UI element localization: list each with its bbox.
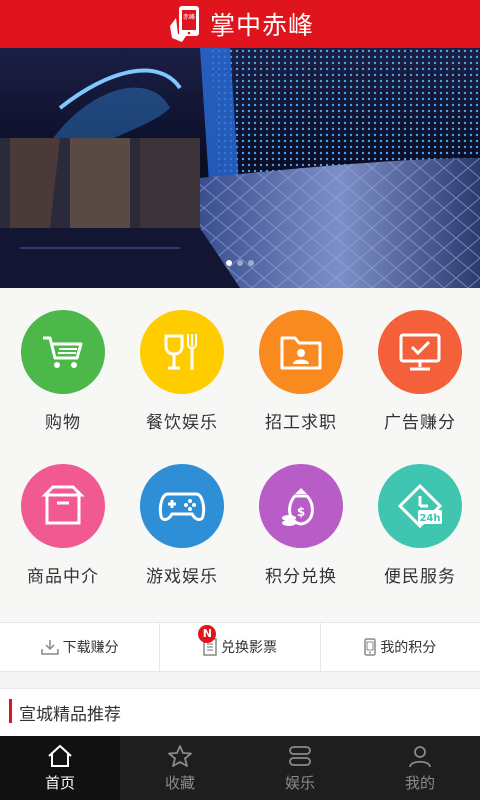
category-convenience[interactable]: 24h 便民服务 [360,464,480,587]
monitor-check-icon [378,310,462,394]
tab-label: 我的 [404,773,435,792]
box-icon [21,464,105,548]
action-label: 下载赚分 [62,640,119,656]
tab-label: 娱乐 [284,773,315,792]
svg-text:赤峰: 赤峰 [183,13,195,21]
app-title: 掌中赤峰 [209,11,314,40]
my-points-button[interactable]: 我的积分 [319,623,480,671]
shopping-cart-icon [21,310,105,394]
app-header: 赤峰 掌中赤峰 [0,0,480,48]
section-title: 宣城精品推荐 [19,705,121,725]
category-points-exchange[interactable]: $ 积分兑换 [241,464,361,587]
tab-label: 收藏 [164,773,195,792]
category-label: 商品中介 [27,567,99,587]
category-shopping[interactable]: 购物 [3,310,123,433]
tab-home[interactable]: 首页 [0,736,120,800]
download-earn-button[interactable]: 下载赚分 [0,623,159,671]
svg-text:$: $ [297,505,305,519]
action-label: 我的积分 [380,640,437,656]
action-label: 兑换影票 [220,640,277,656]
banner-dot-2[interactable] [237,260,243,266]
category-label: 游戏娱乐 [146,567,218,587]
tab-favorites[interactable]: 收藏 [120,736,240,800]
banner-image [0,48,480,288]
dining-icon [140,310,224,394]
banner-dot-3[interactable] [248,260,254,266]
promo-banner[interactable] [0,48,480,288]
phone-icon [364,638,377,656]
category-grid: 购物 餐饮娱乐 招工求职 广告赚分 商品中介 游戏娱乐 $ 积分兑换 24h 便… [0,288,480,622]
category-label: 广告赚分 [384,413,456,433]
category-dining[interactable]: 餐饮娱乐 [122,310,242,433]
category-ads[interactable]: 广告赚分 [360,310,480,433]
clock-24h-icon: 24h [378,464,462,548]
star-icon [168,744,192,767]
section-accent-bar [9,699,12,723]
download-icon [40,639,59,655]
category-label: 积分兑换 [265,567,337,587]
category-label: 购物 [45,413,81,433]
tab-entertainment[interactable]: 娱乐 [240,736,360,800]
home-icon [48,744,72,767]
category-label: 便民服务 [384,567,456,587]
gamepad-icon [140,464,224,548]
category-label: 招工求职 [265,413,337,433]
redeem-ticket-button[interactable]: N 兑换影票 [159,623,319,671]
banner-pagination [0,260,480,266]
banner-dot-1[interactable] [226,260,232,266]
bottom-tab-bar: 首页 收藏 娱乐 我的 [0,736,480,800]
category-jobs[interactable]: 招工求职 [241,310,361,433]
category-games[interactable]: 游戏娱乐 [122,464,242,587]
svg-text:24h: 24h [419,513,440,524]
app-logo-icon: 赤峰 [169,6,199,42]
category-goods-agency[interactable]: 商品中介 [3,464,123,587]
user-icon [409,745,431,767]
tab-profile[interactable]: 我的 [360,736,480,800]
entertainment-icon [289,745,311,766]
quick-actions-bar: 下载赚分 N 兑换影票 我的积分 [0,622,480,672]
recommend-section-header: 宣城精品推荐 [0,688,480,736]
category-label: 餐饮娱乐 [146,413,218,433]
job-folder-icon [259,310,343,394]
tab-label: 首页 [44,773,75,792]
money-bag-icon: $ [259,464,343,548]
